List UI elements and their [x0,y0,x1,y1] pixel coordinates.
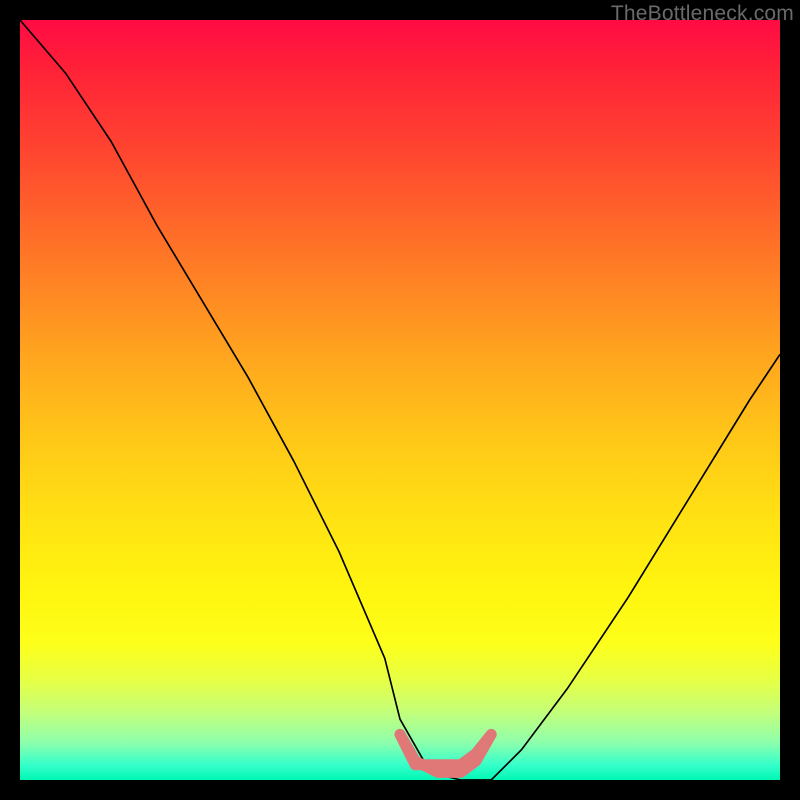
plot-area [20,20,780,780]
curve-line [20,20,780,780]
chart-frame: TheBottleneck.com [0,0,800,800]
